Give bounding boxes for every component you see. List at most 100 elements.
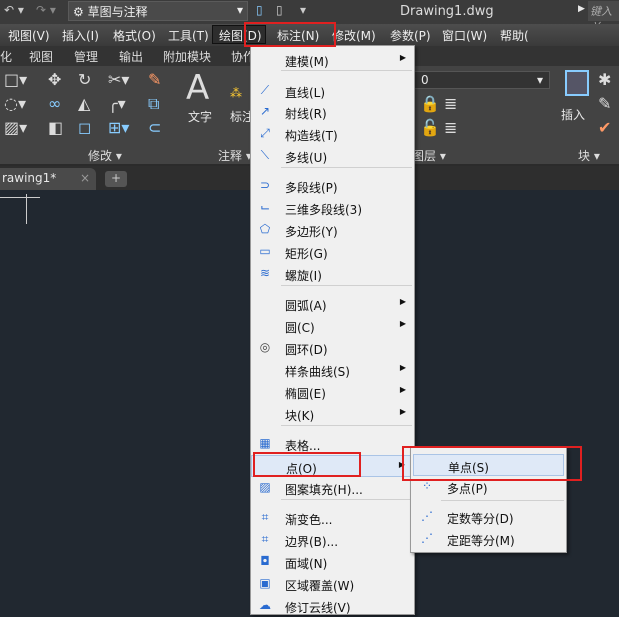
menu-view[interactable]: 视图(V) <box>8 27 50 44</box>
workspace-dropdown[interactable]: ⚙ 草图与注释 ▾ <box>68 1 248 21</box>
hatch-icon[interactable]: ▨▾ <box>4 118 27 137</box>
menu-item-label: 螺旋(I) <box>285 269 322 283</box>
ribbon-tab-manage[interactable]: 管理 <box>74 48 98 65</box>
draw-menu-item[interactable]: ⟍ 多线(U) <box>251 145 414 167</box>
menu-parametric[interactable]: 参数(P) <box>390 27 431 44</box>
document-tab[interactable]: rawing1* × <box>0 168 96 190</box>
menu-window[interactable]: 窗口(W) <box>442 27 487 44</box>
point-submenu-item[interactable]: ⋰ 定数等分(D) <box>413 506 564 528</box>
draw-menu-item[interactable]: ⟋ 直线(L) <box>251 80 414 102</box>
draw-menu-item[interactable]: ▭ 矩形(G) <box>251 241 414 263</box>
scale-icon[interactable]: ◻ <box>78 118 91 137</box>
xline-icon: ⤢ <box>260 126 270 140</box>
draw-menu-item[interactable]: ◎ 圆环(D) <box>251 337 414 359</box>
submenu-arrow-icon: ▶ <box>399 385 406 394</box>
layer-walk-icon[interactable]: ≣ <box>444 118 457 137</box>
create-block-icon[interactable]: ✱ <box>598 70 611 89</box>
search-input[interactable]: 键入关 <box>588 1 619 34</box>
undo-icon[interactable]: ↶ ▾ <box>4 3 24 17</box>
menu-separator <box>281 285 412 286</box>
panel-modify[interactable]: 修改 ▾ <box>88 147 122 164</box>
move-icon[interactable]: ✥ <box>48 70 61 89</box>
redo-icon[interactable]: ↷ ▾ <box>36 3 56 17</box>
insert-block-icon[interactable] <box>565 70 589 96</box>
draw-menu-item[interactable]: ⌙ 三维多段线(3) <box>251 197 414 219</box>
fillet-icon[interactable]: ╭▾ <box>108 94 126 113</box>
menu-item-label: 多边形(Y) <box>285 225 338 239</box>
draw-menu-item[interactable]: 建模(M) ▶ <box>251 49 414 71</box>
ribbon-tab-view[interactable]: 视图 <box>29 48 53 65</box>
menu-item-label: 圆弧(A) <box>285 299 327 313</box>
draw-menu-item[interactable]: ⌗ 边界(B)... <box>251 529 414 551</box>
menu-item-label: 多线(U) <box>285 151 328 165</box>
draw-menu-item[interactable]: ☁ 修订云线(V) <box>251 595 414 617</box>
menu-tools[interactable]: 工具(T) <box>168 27 209 44</box>
region-icon: ◘ <box>260 554 270 568</box>
draw-menu-item[interactable]: ⌗ 渐变色... <box>251 507 414 529</box>
hatch-icon: ▨ <box>259 480 271 494</box>
ribbon-tab-output[interactable]: 输出 <box>119 48 143 65</box>
circle-icon[interactable]: ◌▾ <box>4 94 26 113</box>
open-icon[interactable]: ▯ <box>276 3 283 17</box>
draw-menu-item[interactable]: 样条曲线(S) ▶ <box>251 359 414 381</box>
draw-menu-item[interactable]: 圆(C) ▶ <box>251 315 414 337</box>
layer-match-icon[interactable]: ≣ <box>444 94 457 113</box>
menu-modify[interactable]: 修改(M) <box>332 27 376 44</box>
layer-lock-icon[interactable]: 🔒 <box>420 94 440 113</box>
panel-layers[interactable]: 图层 ▾ <box>412 147 446 164</box>
rectangle-icon[interactable]: □▾ <box>4 70 27 89</box>
erase-icon[interactable]: ✎ <box>148 70 161 89</box>
helix-icon: ≋ <box>259 266 271 280</box>
menu-format[interactable]: 格式(O) <box>113 27 156 44</box>
mirror-icon[interactable]: ◭ <box>78 94 90 113</box>
layer-dropdown[interactable]: 0 ▾ <box>414 71 550 89</box>
edit-block-icon[interactable]: ✎ <box>598 94 611 113</box>
arrow-right-icon[interactable]: ▶ <box>578 4 585 14</box>
draw-menu-item[interactable]: 圆弧(A) ▶ <box>251 293 414 315</box>
revcloud-icon: ☁ <box>259 598 271 612</box>
wipeout-icon: ▣ <box>259 576 271 590</box>
stretch-icon[interactable]: ◧ <box>48 118 63 137</box>
array-icon[interactable]: ⊞▾ <box>108 118 129 137</box>
share-icon[interactable]: ▯ <box>256 3 263 17</box>
submenu-arrow-icon: ▶ <box>399 297 406 306</box>
draw-menu-item[interactable]: 块(K) ▶ <box>251 403 414 425</box>
draw-menu-item[interactable]: ≋ 螺旋(I) <box>251 263 414 285</box>
dimension-icon[interactable]: ⁂ <box>230 86 242 100</box>
draw-menu-item[interactable]: ↗ 射线(R) <box>251 101 414 123</box>
draw-menu-item[interactable]: ▣ 区域覆盖(W) <box>251 573 414 595</box>
new-tab-button[interactable]: + <box>105 171 127 187</box>
draw-menu-item[interactable]: ⤢ 构造线(T) <box>251 123 414 145</box>
draw-menu-item[interactable]: ⊃ 多段线(P) <box>251 175 414 197</box>
layer-unlock-icon[interactable]: 🔓 <box>420 118 440 137</box>
3d-box-icon[interactable]: ⧉ <box>148 94 159 114</box>
3dpoly-icon: ⌙ <box>259 200 271 214</box>
highlight-box-draw-menu <box>244 22 336 47</box>
copy-icon[interactable]: ∞ <box>48 94 61 113</box>
offset-icon[interactable]: ⊂ <box>148 118 161 137</box>
draw-menu-item[interactable]: ▨ 图案填充(H)... <box>251 477 414 499</box>
panel-annotation[interactable]: 注释 ▾ <box>218 147 252 164</box>
submenu-arrow-icon: ▶ <box>399 53 406 62</box>
menu-item-label: 定距等分(M) <box>447 534 515 548</box>
menu-help[interactable]: 帮助( <box>500 27 529 44</box>
point-submenu-item[interactable]: ⋰ 定距等分(M) <box>413 528 564 550</box>
menu-item-label: 建模(M) <box>285 55 329 69</box>
edit-attribute-icon[interactable]: ✔ <box>598 118 611 137</box>
menu-insert[interactable]: 插入(I) <box>62 27 99 44</box>
menu-item-label: 修订云线(V) <box>285 601 351 615</box>
draw-menu-item[interactable]: ◘ 面域(N) <box>251 551 414 573</box>
text-icon[interactable]: A <box>186 68 209 108</box>
customize-icon[interactable]: ▾ <box>300 3 306 17</box>
draw-menu-item[interactable]: 椭圆(E) ▶ <box>251 381 414 403</box>
close-icon[interactable]: × <box>80 171 90 185</box>
ribbon-tab[interactable]: 化 <box>0 48 12 65</box>
draw-menu-item[interactable]: ⬠ 多边形(Y) <box>251 219 414 241</box>
ribbon-tab-addins[interactable]: 附加模块 <box>163 48 211 65</box>
menu-item-label: 射线(R) <box>285 107 327 121</box>
polyline-icon: ⊃ <box>259 178 271 192</box>
trim-icon[interactable]: ✂▾ <box>108 70 129 89</box>
menu-item-label: 多段线(P) <box>285 181 338 195</box>
panel-block[interactable]: 块 ▾ <box>578 147 600 164</box>
rotate-icon[interactable]: ↻ <box>78 70 91 89</box>
